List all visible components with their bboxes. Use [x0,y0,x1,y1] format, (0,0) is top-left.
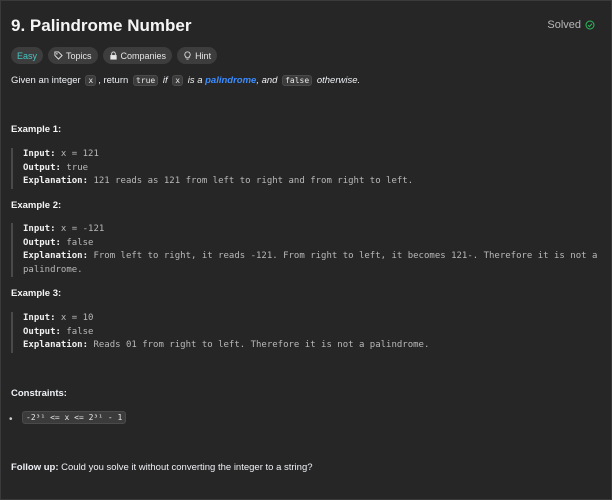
desc-text: Given an integer [11,75,84,86]
desc-text: is a [185,75,206,86]
example-explanation: Explanation: Reads 01 from right to left… [23,339,599,353]
hint-label: Hint [195,50,212,61]
input-value: x = 10 [55,313,94,323]
problem-title: 9. Palindrome Number [11,16,192,35]
explanation-value: 121 reads as 121 from left to right and … [88,176,414,186]
explanation-label: Explanation: [23,176,89,186]
solved-status: Solved [547,19,595,31]
lightbulb-icon [184,51,191,60]
companies-label: Companies [120,50,167,61]
topics-label: Topics [66,50,92,61]
desc-text: if [160,75,171,86]
solved-label: Solved [547,19,581,31]
input-value: x = 121 [55,149,99,159]
example-input: Input: x = 10 [23,312,599,326]
explanation-label: Explanation: [23,340,89,350]
inline-code: false [282,75,313,86]
example-block: Input: x = 10 Output: false Explanation:… [11,312,599,353]
lock-icon [109,51,117,60]
input-value: x = -121 [55,224,105,234]
output-value: true [60,162,89,173]
output-label: Output: [23,326,61,337]
example-input: Input: x = 121 [23,148,599,162]
constraints-title: Constraints: [11,388,67,399]
difficulty-label: Easy [17,50,38,61]
inline-code: true [132,75,159,86]
example-explanation: Explanation: 121 reads as 121 from left … [23,175,599,189]
check-circle-icon [585,20,595,30]
example-title: Example 3: [11,288,62,299]
bullet-point: • [9,414,13,425]
explanation-label: Explanation: [23,251,89,261]
topics-button[interactable]: Topics [48,47,98,64]
inline-code: x [85,75,97,86]
explanation-value: From left to right, it reads -121. From … [23,251,598,275]
difficulty-badge[interactable]: Easy [11,47,44,64]
example-title: Example 1: [11,124,62,135]
example-block: Input: x = -121 Output: false Explanatio… [11,223,599,277]
explanation-value: Reads 01 from right to left. Therefore i… [88,340,430,350]
follow-up: Follow up: Could you solve it without co… [11,462,313,473]
desc-text: , return [98,75,131,86]
constraint-code: -2³¹ <= x <= 2³¹ - 1 [22,411,127,424]
output-value: false [60,326,94,337]
output-label: Output: [23,162,61,173]
desc-text: , and [256,75,281,86]
desc-text: otherwise. [314,75,361,86]
output-value: false [60,237,94,248]
example-block: Input: x = 121 Output: true Explanation:… [11,148,599,189]
input-label: Input: [23,224,56,234]
problem-tags: Easy Topics Companies Hint [11,47,218,64]
input-label: Input: [23,149,56,159]
problem-description: Given an integer x, return true if x is … [11,75,360,86]
tag-icon [54,51,63,60]
inline-code: x [172,75,184,86]
example-output: Output: false [23,237,599,251]
example-input: Input: x = -121 [23,223,599,237]
example-explanation: Explanation: From left to right, it read… [23,250,599,277]
follow-up-label: Follow up: [11,462,59,473]
companies-button[interactable]: Companies [102,47,173,64]
hint-button[interactable]: Hint [177,47,218,64]
palindrome-link[interactable]: palindrome [205,75,256,86]
example-output: Output: false [23,326,599,340]
follow-up-text: Could you solve it without converting th… [58,462,313,473]
input-label: Input: [23,313,56,323]
example-output: Output: true [23,162,599,176]
example-title: Example 2: [11,200,62,211]
output-label: Output: [23,237,61,248]
